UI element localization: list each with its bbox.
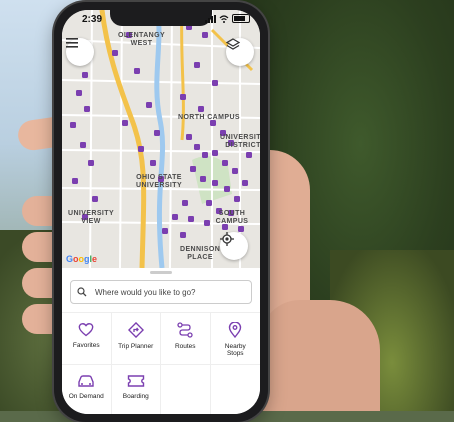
bus-stop-marker[interactable] — [134, 68, 140, 74]
bus-stop-marker[interactable] — [246, 152, 252, 158]
routes-icon — [177, 322, 193, 338]
bus-stop-marker[interactable] — [212, 80, 218, 86]
menu-button[interactable] — [66, 38, 94, 66]
heart-icon — [78, 323, 94, 337]
layers-icon — [226, 38, 240, 50]
bus-stop-marker[interactable] — [206, 200, 212, 206]
bus-stop-marker[interactable] — [200, 176, 206, 182]
bus-stop-marker[interactable] — [212, 150, 218, 156]
bus-stop-marker[interactable] — [180, 232, 186, 238]
map-label-university-view: UNIVERSITY VIEW — [68, 210, 115, 225]
bus-stop-marker[interactable] — [182, 200, 188, 206]
notch — [110, 10, 212, 26]
bus-stop-marker[interactable] — [198, 106, 204, 112]
signal-icon — [205, 14, 216, 23]
bus-stop-marker[interactable] — [88, 160, 94, 166]
bus-stop-marker[interactable] — [112, 50, 118, 56]
location-pin-icon — [229, 322, 242, 338]
bus-stop-marker[interactable] — [92, 196, 98, 202]
bus-stop-marker[interactable] — [194, 62, 200, 68]
bus-stop-marker[interactable] — [238, 226, 244, 232]
empty-cell — [211, 365, 261, 414]
routes-label: Routes — [174, 343, 196, 350]
map[interactable]: OLENTANGY WEST NORTH CAMPUS UNIVERSITY D… — [62, 10, 260, 268]
bus-stop-marker[interactable] — [154, 130, 160, 136]
bus-stop-marker[interactable] — [202, 152, 208, 158]
map-label-dennison-place: DENNISON PLACE — [180, 246, 221, 261]
bottom-panel: Favorites Trip Planner Routes — [62, 268, 260, 414]
car-icon — [78, 375, 94, 387]
status-time: 2:39 — [82, 14, 103, 25]
routes-button[interactable]: Routes — [161, 313, 211, 365]
bus-stop-marker[interactable] — [202, 32, 208, 38]
bus-stop-marker[interactable] — [80, 142, 86, 148]
nearby-stops-button[interactable]: Nearby Stops — [210, 313, 260, 365]
bus-stop-marker[interactable] — [194, 144, 200, 150]
bus-stop-marker[interactable] — [212, 180, 218, 186]
bus-stop-marker[interactable] — [190, 166, 196, 172]
map-label-north-campus: NORTH CAMPUS — [178, 114, 240, 121]
bus-stop-marker[interactable] — [162, 228, 168, 234]
battery-icon — [232, 14, 250, 23]
bus-stop-marker[interactable] — [72, 178, 78, 184]
status-icons — [205, 14, 250, 23]
highway — [99, 10, 147, 268]
bus-stop-marker[interactable] — [222, 160, 228, 166]
search-input[interactable] — [93, 286, 247, 298]
nearby-stops-label: Nearby Stops — [224, 343, 246, 357]
on-demand-button[interactable]: On Demand — [62, 365, 112, 414]
phone-screen: OLENTANGY WEST NORTH CAMPUS UNIVERSITY D… — [62, 10, 260, 414]
bus-stop-marker[interactable] — [242, 180, 248, 186]
bus-stop-marker[interactable] — [186, 134, 192, 140]
favorites-label: Favorites — [72, 342, 100, 349]
map-label-olentangy-west: OLENTANGY WEST — [118, 32, 166, 47]
hamburger-icon — [66, 38, 78, 48]
bus-stop-marker[interactable] — [138, 146, 144, 152]
bus-stop-marker[interactable] — [84, 106, 90, 112]
map-layers-button[interactable] — [226, 38, 254, 66]
bus-stop-marker[interactable] — [188, 216, 194, 222]
boarding-button[interactable]: Boarding — [112, 365, 161, 414]
bus-stop-marker[interactable] — [146, 102, 152, 108]
bus-stop-marker[interactable] — [172, 214, 178, 220]
favorites-button[interactable]: Favorites — [62, 313, 112, 365]
ticket-icon — [127, 375, 144, 387]
bus-stop-marker[interactable] — [76, 90, 82, 96]
bus-stop-marker[interactable] — [224, 186, 230, 192]
map-label-university-district: UNIVERSITY DISTRICT — [220, 134, 260, 149]
search-icon — [77, 286, 89, 298]
trip-planner-button[interactable]: Trip Planner — [111, 313, 161, 365]
map-label-south-campus: SOUTH CAMPUS — [215, 210, 249, 225]
wifi-icon — [219, 14, 229, 23]
bus-stop-marker[interactable] — [70, 122, 76, 128]
empty-cell — [161, 365, 211, 414]
bus-stop-marker[interactable] — [180, 94, 186, 100]
trip-planner-label: Trip Planner — [118, 343, 154, 350]
bus-stop-marker[interactable] — [150, 160, 156, 166]
bus-stop-marker[interactable] — [122, 120, 128, 126]
boarding-label: Boarding — [122, 393, 149, 400]
my-location-button[interactable] — [220, 232, 248, 260]
on-demand-label: On Demand — [68, 393, 104, 400]
river — [154, 10, 166, 268]
bus-stop-marker[interactable] — [234, 196, 240, 202]
map-label-ohio-state-university: OHIO STATE UNIVERSITY — [136, 174, 183, 189]
crosshair-icon — [220, 232, 234, 246]
hand-heel — [260, 300, 380, 411]
bus-stop-marker[interactable] — [82, 72, 88, 78]
status-bar: 2:39 — [62, 10, 260, 30]
search-bar[interactable] — [70, 280, 252, 304]
directions-icon — [127, 322, 144, 338]
menu-grid: Favorites Trip Planner Routes Nearby Sto… — [62, 312, 260, 414]
drag-handle[interactable] — [150, 271, 172, 274]
google-attribution: Google — [66, 254, 98, 264]
bus-stop-marker[interactable] — [232, 168, 238, 174]
